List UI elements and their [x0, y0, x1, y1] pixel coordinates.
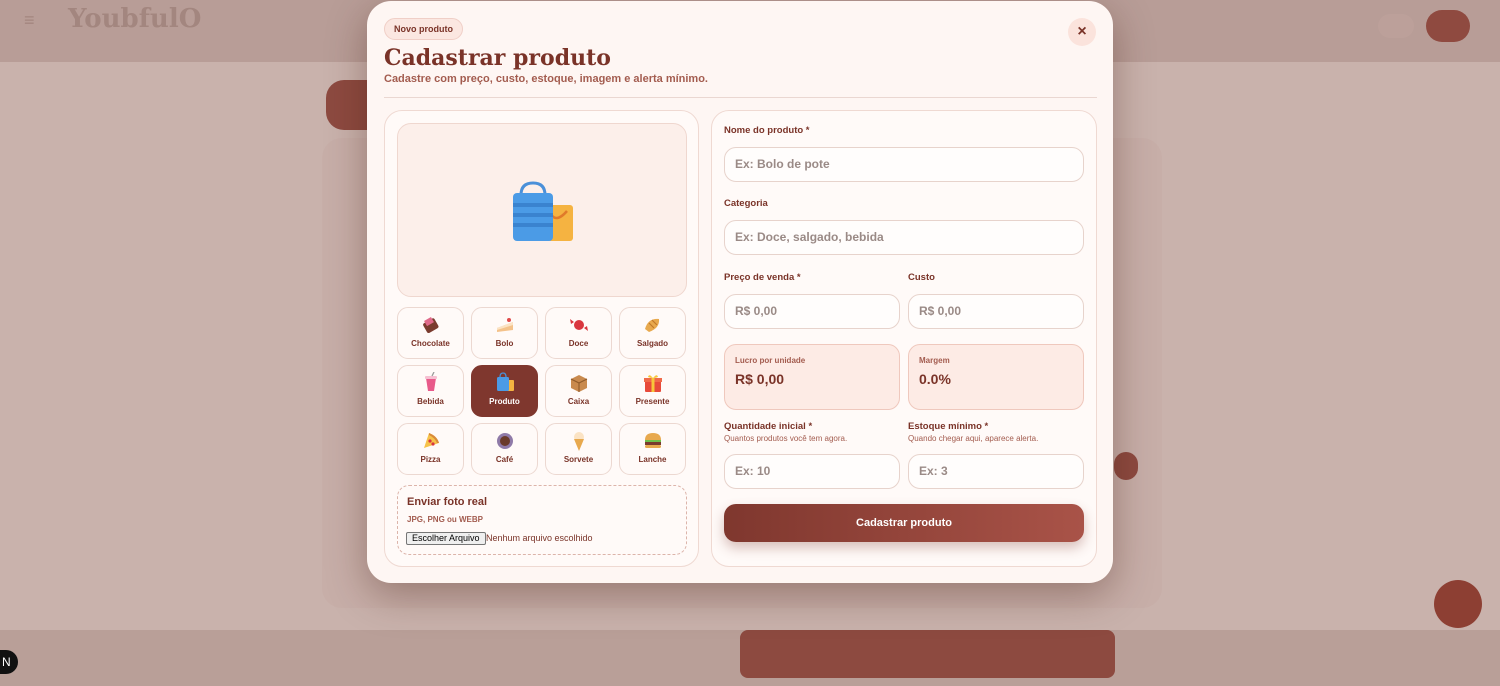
category-label: Bebida — [417, 397, 444, 406]
floating-action-button — [1434, 580, 1482, 628]
category-label: Salgado — [636, 339, 669, 348]
category-bebida[interactable]: Bebida — [397, 365, 464, 417]
cost-input[interactable]: R$ 0,00 — [908, 294, 1084, 329]
upload-title: Enviar foto real — [407, 496, 488, 508]
category-label: Sorvete — [563, 455, 594, 464]
burger-icon — [644, 433, 661, 448]
box-icon — [570, 375, 587, 392]
category-sorvete[interactable]: Sorvete — [545, 423, 612, 475]
category-label: Lanche — [638, 455, 667, 464]
divider — [384, 97, 1097, 98]
price-label: Preço de venda * — [724, 272, 801, 283]
modal-badge: Novo produto — [384, 18, 463, 40]
category-label: Produto — [489, 397, 520, 406]
background-action — [1114, 452, 1138, 480]
background-pill — [1378, 14, 1414, 38]
product-name-input[interactable]: Ex: Bolo de pote — [724, 147, 1084, 182]
category-input[interactable]: Ex: Doce, salgado, bebida — [724, 220, 1084, 255]
category-lanche[interactable]: Lanche — [619, 423, 686, 475]
new-product-modal: Novo produto × Cadastrar produto Cadastr… — [367, 1, 1113, 583]
background-logo: YoubfulO — [68, 4, 202, 34]
coffee-icon — [496, 433, 513, 449]
category-label: Caixa — [567, 397, 590, 406]
photo-upload: Enviar foto real JPG, PNG ou WEBP Escolh… — [397, 485, 687, 555]
category-label-field: Categoria — [724, 198, 768, 209]
margin-label: Margem — [919, 356, 950, 365]
quantity-hint: Quantos produtos você tem agora. — [724, 434, 848, 443]
category-label: Pizza — [420, 455, 441, 464]
submit-product-button[interactable]: Cadastrar produto — [724, 504, 1084, 542]
ice-cream-icon — [573, 432, 584, 451]
category-label: Chocolate — [411, 339, 450, 348]
category-doce[interactable]: Doce — [545, 307, 612, 359]
close-icon[interactable]: × — [1068, 18, 1096, 46]
profit-label: Lucro por unidade — [735, 356, 806, 365]
category-produto[interactable]: Produto — [471, 365, 538, 417]
quantity-label: Quantidade inicial * — [724, 421, 813, 432]
price-input[interactable]: R$ 0,00 — [724, 294, 900, 329]
pizza-icon — [423, 433, 439, 448]
choose-file-button[interactable]: Escolher Arquivo — [406, 532, 486, 545]
min-stock-hint: Quando chegar aqui, aparece alerta. — [908, 434, 1039, 443]
name-label: Nome do produto * — [724, 125, 810, 136]
modal-subtitle: Cadastre com preço, custo, estoque, imag… — [384, 73, 708, 85]
bottom-nav-active — [740, 630, 1115, 678]
category-chocolate[interactable]: Chocolate — [397, 307, 464, 359]
drink-icon — [424, 372, 437, 391]
profit-value: R$ 0,00 — [735, 371, 785, 387]
margin-value: 0.0% — [919, 371, 951, 387]
upload-formats: JPG, PNG ou WEBP — [407, 515, 484, 524]
menu-icon: ≡ — [24, 10, 35, 30]
croissant-icon — [644, 318, 659, 332]
margin-card: Margem 0.0% — [908, 344, 1084, 410]
gift-icon — [643, 375, 662, 392]
category-presente[interactable]: Presente — [619, 365, 686, 417]
category-label: Café — [495, 455, 514, 464]
category-salgado[interactable]: Salgado — [619, 307, 686, 359]
shopping-bags-icon — [513, 181, 573, 241]
cost-label: Custo — [908, 272, 935, 283]
file-status: Nenhum arquivo escolhido — [486, 533, 593, 543]
quantity-input[interactable]: Ex: 10 — [724, 454, 900, 489]
min-stock-input[interactable]: Ex: 3 — [908, 454, 1084, 489]
image-panel: Chocolate Bolo Doce Salgado Bebida Produ… — [384, 110, 699, 567]
form-panel: Nome do produto * Ex: Bolo de pote Categ… — [711, 110, 1097, 567]
chocolate-icon — [422, 316, 438, 333]
profit-card: Lucro por unidade R$ 0,00 — [724, 344, 900, 410]
category-cafe[interactable]: Café — [471, 423, 538, 475]
category-pizza[interactable]: Pizza — [397, 423, 464, 475]
category-caixa[interactable]: Caixa — [545, 365, 612, 417]
cake-icon — [496, 318, 513, 332]
category-bolo[interactable]: Bolo — [471, 307, 538, 359]
shopping-bags-icon — [496, 372, 514, 391]
category-label: Doce — [568, 339, 589, 348]
candy-icon — [569, 319, 588, 331]
modal-title: Cadastrar produto — [384, 45, 611, 71]
category-label: Bolo — [495, 339, 514, 348]
avatar — [1426, 10, 1470, 42]
image-preview — [397, 123, 687, 297]
category-label: Presente — [635, 397, 670, 406]
min-stock-label: Estoque mínimo * — [908, 421, 989, 432]
